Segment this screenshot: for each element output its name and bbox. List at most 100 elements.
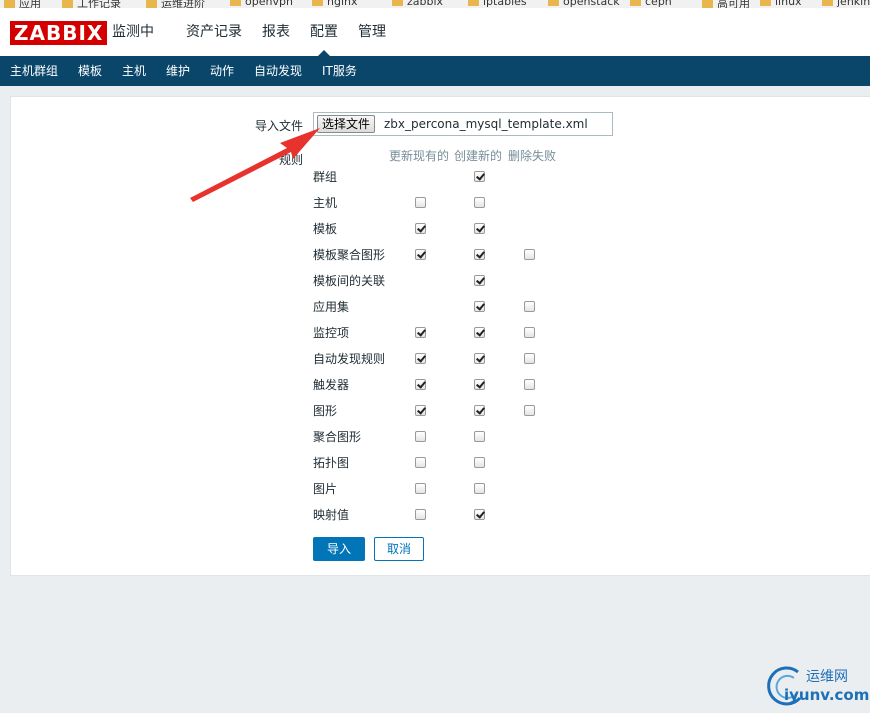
rule-delete-checkbox[interactable] (524, 301, 535, 312)
rule-create-checkbox[interactable] (474, 457, 485, 468)
import-button[interactable]: 导入 (313, 537, 365, 561)
bookmark-label: zabbix (407, 0, 444, 8)
folder-icon (630, 0, 641, 6)
site-watermark: 运维网 iyunv.com (766, 662, 870, 710)
bookmark-item[interactable]: openvpn (230, 0, 293, 8)
subnav-maintenance[interactable]: 维护 (166, 56, 190, 86)
rule-create-checkbox[interactable] (474, 379, 485, 390)
bookmark-item[interactable]: openstack (548, 0, 620, 8)
bookmark-label: nginx (327, 0, 358, 8)
rule-create-checkbox[interactable] (474, 483, 485, 494)
nav-monitoring[interactable]: 监测中 (112, 8, 154, 56)
rule-label: 模板 (313, 222, 338, 236)
rule-label: 自动发现规则 (313, 352, 386, 366)
rule-label: 模板聚合图形 (313, 248, 386, 262)
import-form-panel: 导入文件 选择文件 zbx_percona_mysql_template.xml… (10, 96, 870, 576)
rule-label: 图片 (313, 482, 338, 496)
rule-label: 拓扑图 (313, 456, 350, 470)
rule-create-checkbox[interactable] (474, 275, 485, 286)
rule-label: 图形 (313, 404, 338, 418)
bookmark-item[interactable]: 应用 (4, 0, 41, 8)
rule-label: 映射值 (313, 508, 350, 522)
subnav-templates[interactable]: 模板 (78, 56, 102, 86)
rule-label: 触发器 (313, 378, 350, 392)
bookmark-label: jenkins (837, 0, 870, 8)
rule-create-checkbox[interactable] (474, 353, 485, 364)
rule-label: 应用集 (313, 300, 350, 314)
rule-update-checkbox[interactable] (415, 353, 426, 364)
rule-label: 主机 (313, 196, 338, 210)
rule-create-checkbox[interactable] (474, 509, 485, 520)
column-update-existing: 更新现有的 (389, 149, 450, 163)
rule-update-checkbox[interactable] (415, 509, 426, 520)
rule-update-checkbox[interactable] (415, 431, 426, 442)
bookmark-item[interactable]: nginx (312, 0, 358, 8)
column-delete-missing: 删除失败 (508, 149, 557, 163)
bookmark-label: linux (775, 0, 802, 8)
bookmark-item[interactable]: jenkins (822, 0, 870, 8)
subnav-host-groups[interactable]: 主机群组 (10, 56, 58, 86)
sub-navigation: 主机群组 模板 主机 维护 动作 自动发现 IT服务 (0, 56, 870, 86)
nav-reports[interactable]: 报表 (262, 8, 290, 56)
rule-label: 聚合图形 (313, 430, 362, 444)
rule-update-checkbox[interactable] (415, 379, 426, 390)
folder-icon (4, 0, 15, 8)
bookmark-label: iptables (483, 0, 527, 8)
rule-create-checkbox[interactable] (474, 327, 485, 338)
nav-administration[interactable]: 管理 (358, 8, 386, 56)
top-header: ZABBIX 监测中 资产记录 报表 配置 管理 (0, 8, 870, 56)
rule-delete-checkbox[interactable] (524, 405, 535, 416)
rule-create-checkbox[interactable] (474, 171, 485, 182)
file-input[interactable]: 选择文件 zbx_percona_mysql_template.xml (313, 112, 613, 136)
rule-update-checkbox[interactable] (415, 327, 426, 338)
rule-delete-checkbox[interactable] (524, 353, 535, 364)
watermark-cn: 运维网 (806, 669, 848, 685)
rule-update-checkbox[interactable] (415, 249, 426, 260)
bookmark-label: openstack (563, 0, 620, 8)
column-create-new: 创建新的 (454, 149, 503, 163)
nav-inventory[interactable]: 资产记录 (186, 8, 242, 56)
rule-update-checkbox[interactable] (415, 457, 426, 468)
folder-icon (392, 0, 403, 6)
rule-create-checkbox[interactable] (474, 249, 485, 260)
rule-label: 监控项 (313, 326, 350, 340)
bookmark-label: ceph (645, 0, 672, 8)
choose-file-button[interactable]: 选择文件 (317, 115, 376, 133)
selected-file-name: zbx_percona_mysql_template.xml (384, 117, 588, 131)
bookmark-item[interactable]: ceph (630, 0, 672, 8)
bookmark-item[interactable]: 工作记录 (62, 0, 121, 8)
bookmark-item[interactable]: zabbix (392, 0, 443, 8)
folder-icon (62, 0, 73, 8)
rule-update-checkbox[interactable] (415, 405, 426, 416)
rule-update-checkbox[interactable] (415, 197, 426, 208)
subnav-actions[interactable]: 动作 (210, 56, 234, 86)
subnav-it-services[interactable]: IT服务 (322, 56, 357, 86)
rule-delete-checkbox[interactable] (524, 249, 535, 260)
rule-create-checkbox[interactable] (474, 431, 485, 442)
bookmark-label: 高可用 (717, 0, 750, 8)
bookmark-item[interactable]: 高可用 (702, 0, 750, 8)
rule-delete-checkbox[interactable] (524, 327, 535, 338)
rule-create-checkbox[interactable] (474, 301, 485, 312)
bookmark-label: openvpn (245, 0, 293, 8)
folder-icon (230, 0, 241, 6)
rule-create-checkbox[interactable] (474, 405, 485, 416)
subnav-discovery[interactable]: 自动发现 (254, 56, 302, 86)
bookmark-item[interactable]: 运维进阶 (146, 0, 205, 8)
rule-update-checkbox[interactable] (415, 223, 426, 234)
subnav-hosts[interactable]: 主机 (122, 56, 146, 86)
zabbix-logo[interactable]: ZABBIX (10, 21, 108, 45)
nav-configuration[interactable]: 配置 (310, 8, 338, 56)
folder-icon (822, 0, 833, 6)
bookmark-item[interactable]: linux (760, 0, 802, 8)
rule-create-checkbox[interactable] (474, 223, 485, 234)
bookmark-label: 工作记录 (77, 0, 121, 8)
folder-icon (146, 0, 157, 8)
rule-update-checkbox[interactable] (415, 483, 426, 494)
bookmark-item[interactable]: iptables (468, 0, 527, 8)
rule-delete-checkbox[interactable] (524, 379, 535, 390)
bookmark-label: 应用 (19, 0, 41, 8)
folder-icon (548, 0, 559, 6)
cancel-button[interactable]: 取消 (374, 537, 424, 561)
rule-create-checkbox[interactable] (474, 197, 485, 208)
